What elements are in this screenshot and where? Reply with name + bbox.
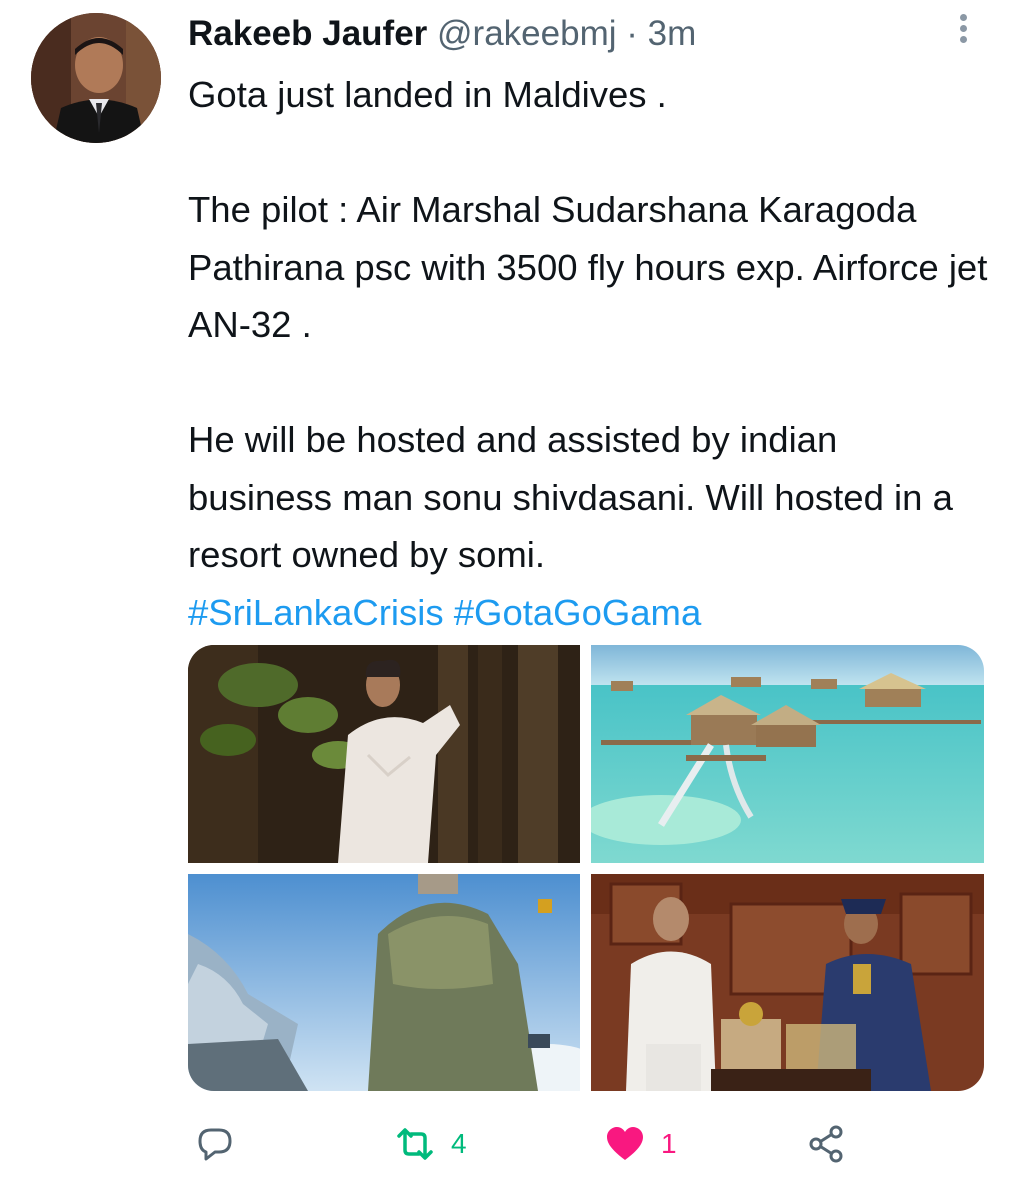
reply-button[interactable]	[193, 1118, 237, 1170]
share-icon	[809, 1125, 843, 1163]
more-dot	[959, 14, 967, 21]
media-grid	[188, 645, 984, 1091]
tweet-text: Gota just landed in Maldives . The pilot…	[188, 66, 988, 641]
tweet-text-line-1: Gota just landed in Maldives .	[188, 74, 667, 115]
like-button[interactable]: 1	[603, 1118, 677, 1170]
tweet: Rakeeb Jaufer @rakeebmj · 3m Gota just l…	[0, 0, 1013, 1200]
hashtags: #SriLankaCrisis #GotaGoGama	[188, 584, 988, 642]
resort-photo	[591, 645, 984, 863]
hashtag-link[interactable]: #GotaGoGama	[454, 592, 702, 633]
avatar[interactable]	[31, 13, 161, 143]
tweet-actions: 4 1	[0, 1118, 1013, 1170]
display-name[interactable]: Rakeeb Jaufer	[188, 14, 427, 53]
hashtag-link[interactable]: #SriLankaCrisis	[188, 592, 444, 633]
retweet-count: 4	[451, 1128, 467, 1159]
media-image-1[interactable]	[188, 645, 580, 863]
heart-icon	[607, 1127, 643, 1160]
more-dot	[959, 25, 967, 32]
media-image-2[interactable]	[591, 645, 984, 863]
reply-icon	[198, 1128, 232, 1161]
share-button[interactable]	[804, 1118, 848, 1170]
tweet-text-paragraph-3: He will be hosted and assisted by indian…	[188, 419, 953, 575]
tweet-text-paragraph-2: The pilot : Air Marshal Sudarshana Karag…	[188, 189, 988, 345]
more-dot	[959, 36, 967, 43]
like-count: 1	[661, 1128, 677, 1159]
man-by-tree-photo	[188, 645, 580, 863]
tweet-header: Rakeeb Jaufer @rakeebmj · 3m	[188, 12, 933, 56]
user-handle[interactable]: @rakeebmj	[437, 14, 616, 53]
more-options-icon[interactable]	[948, 14, 978, 48]
retweet-button[interactable]: 4	[393, 1118, 467, 1170]
retweet-icon	[397, 1128, 433, 1160]
ceremony-photo	[591, 874, 984, 1091]
header-separator: ·	[626, 14, 638, 53]
avatar-photo	[31, 13, 161, 143]
tweet-timestamp[interactable]: 3m	[648, 14, 697, 53]
media-image-3[interactable]	[188, 874, 580, 1091]
media-image-4[interactable]	[591, 874, 984, 1091]
pilot-photo	[188, 874, 580, 1091]
